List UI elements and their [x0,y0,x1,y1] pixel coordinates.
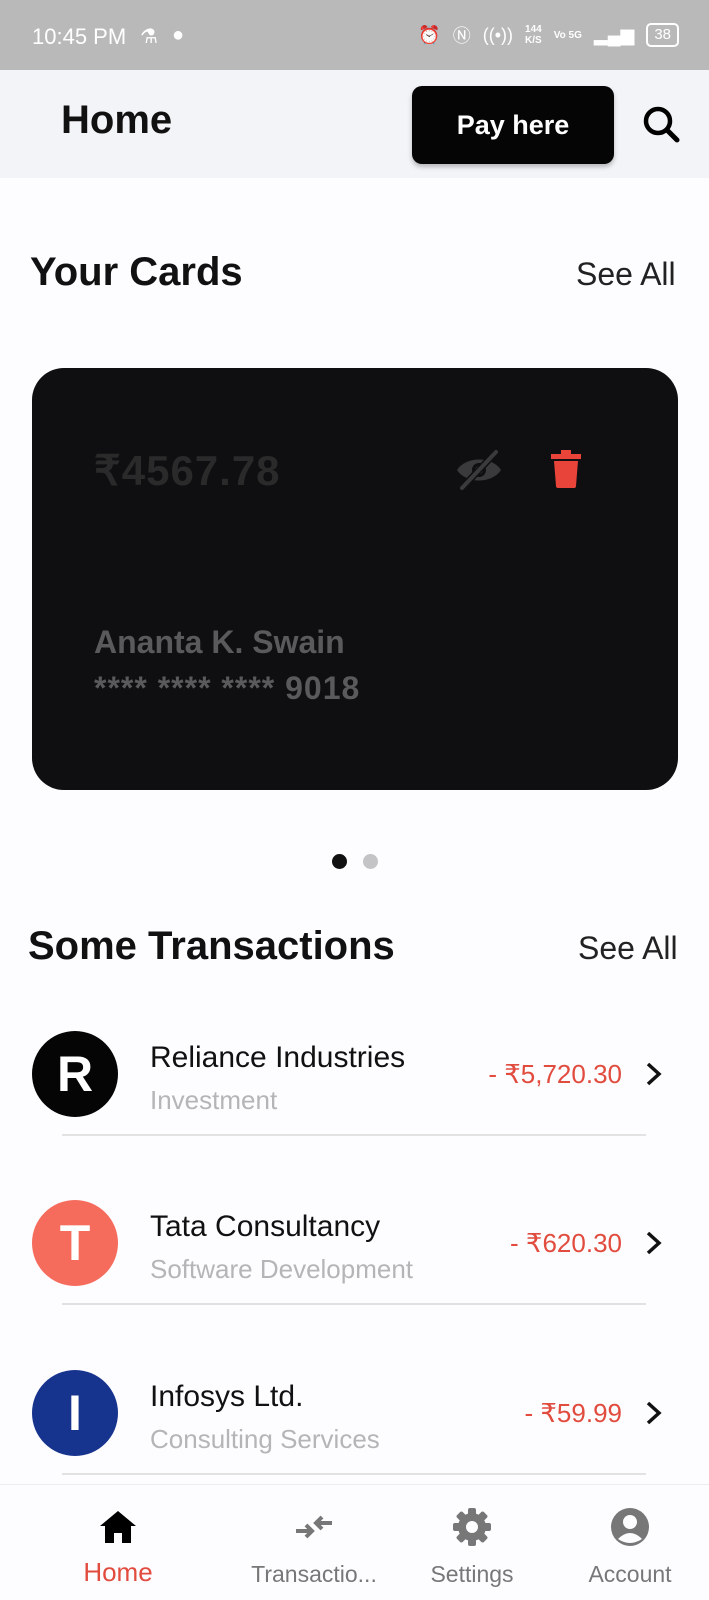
transaction-amount: - ₹620.30 [510,1228,622,1258]
alarm-icon: ⏰ [418,24,441,45]
status-notification-icons: ⚗ ● [140,24,184,49]
bottom-navigation: Home Transactio... Settings Account [0,1484,709,1600]
nav-item-transactions[interactable]: Transactio... [234,1485,394,1600]
payment-card[interactable]: ₹4567.78 Ananta K. Swain **** **** **** … [32,368,678,790]
avatar: I [32,1370,118,1456]
transactions-see-all-link[interactable]: See All [578,930,678,967]
nav-item-account[interactable]: Account [550,1485,709,1600]
nav-item-settings[interactable]: Settings [392,1485,552,1600]
transaction-name: Infosys Ltd. [150,1380,304,1413]
settings-icon [453,1508,491,1546]
transaction-amount: - ₹59.99 [524,1398,623,1428]
avatar: R [32,1031,118,1117]
chevron-right-icon[interactable] [644,1061,664,1087]
transaction-amount: - ₹5,720.30 [488,1059,622,1089]
chevron-right-icon[interactable] [644,1400,664,1426]
status-time: 10:45 PM [32,24,127,49]
nfc-icon: Ⓝ [452,26,471,46]
network-type: Vo 5G [553,29,582,41]
transaction-row[interactable]: R Reliance Industries Investment - ₹5,72… [0,1031,709,1191]
pager-dot[interactable] [363,854,378,869]
pager-dot-active[interactable] [332,854,347,869]
speed-unit: K/S [525,35,542,46]
transaction-row[interactable]: T Tata Consultancy Software Development … [0,1200,709,1360]
transaction-category: Consulting Services [150,1424,380,1454]
nav-label-settings: Settings [430,1561,514,1587]
transactions-section-title: Some Transactions [28,924,395,968]
page-title: Home [61,98,173,142]
app-notification-icon: ● [171,24,185,46]
chevron-right-icon[interactable] [644,1230,664,1256]
cards-see-all-link[interactable]: See All [576,256,676,293]
status-bar: 10:45 PM ⚗ ● ⏰ Ⓝ ((•)) 144 K/S Vo 5G ▂▄▆… [0,0,709,70]
app-bar: Home Pay here [0,70,709,178]
nav-label-account: Account [588,1561,672,1587]
signal-icon: ▂▄▆ [593,24,635,45]
transactions-icon [296,1515,332,1539]
battery-indicator: 38 [646,23,679,47]
delete-card-icon[interactable] [550,450,582,488]
hotspot-icon: ((•)) [482,24,514,45]
card-balance: ₹4567.78 [94,447,281,494]
eye-off-icon[interactable] [454,448,504,492]
avatar: T [32,1200,118,1286]
pay-here-button[interactable]: Pay here [412,86,614,164]
divider [62,1303,646,1305]
transaction-category: Software Development [150,1254,414,1284]
speed-value: 144 [525,24,542,35]
network-speed: 144 K/S [525,24,542,46]
transaction-name: Tata Consultancy [150,1210,381,1243]
status-system-icons: ⏰ Ⓝ ((•)) 144 K/S Vo 5G ▂▄▆ 38 [418,22,679,48]
search-icon[interactable] [641,104,681,144]
lab-icon: ⚗ [140,26,158,48]
cards-section-title: Your Cards [30,250,243,294]
card-holder-name: Ananta K. Swain [94,624,345,660]
transaction-category: Investment [150,1085,278,1115]
account-icon [611,1508,649,1546]
nav-label-transactions: Transactio... [251,1561,377,1587]
nav-item-home[interactable]: Home [38,1485,198,1600]
divider [62,1473,646,1475]
nav-label-home: Home [83,1557,153,1587]
divider [62,1134,646,1136]
home-icon [100,1511,136,1543]
card-number: **** **** **** 9018 [94,670,361,706]
transaction-name: Reliance Industries [150,1041,406,1074]
